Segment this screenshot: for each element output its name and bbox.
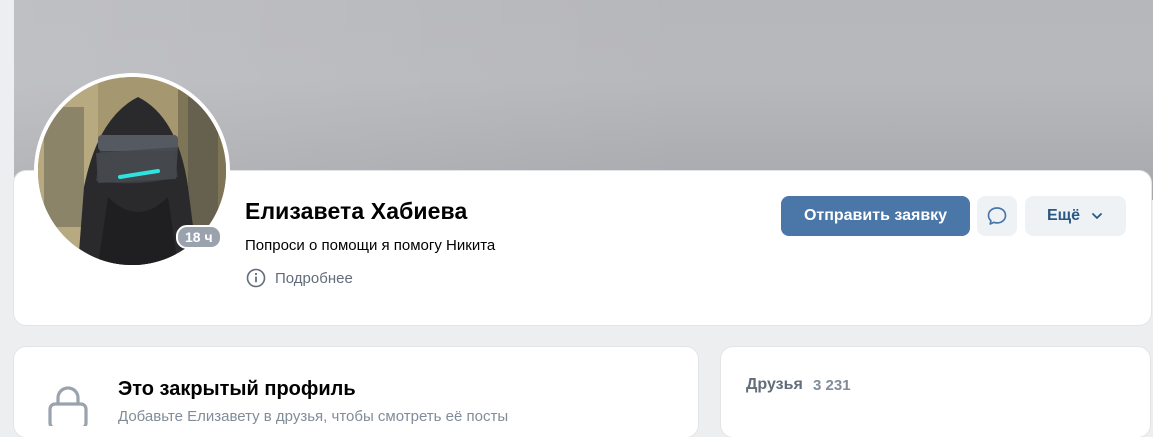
more-actions-label: Ещё [1046,207,1081,224]
lock-icon [48,386,88,426]
send-friend-request-button[interactable]: Отправить заявку [781,196,970,236]
chevron-down-icon [1092,213,1102,219]
closed-profile-title: Это закрытый профиль [118,378,356,400]
closed-profile-subtitle: Добавьте Елизавету в друзья, чтобы смотр… [118,408,509,425]
more-info-label: Подробнее [275,269,353,287]
chat-bubble-icon [987,207,1007,225]
profile-name: Елизавета Хабиева [245,198,468,224]
friends-count: 3 231 [813,377,851,394]
friends-label[interactable]: Друзья [746,376,803,394]
message-button[interactable] [977,196,1017,236]
more-actions-button[interactable]: Ещё [1025,196,1126,236]
profile-status: Попроси о помощи я помогу Никита [245,237,496,254]
info-icon [246,268,266,288]
more-info-link[interactable]: Подробнее [246,268,353,288]
last-seen-badge: 18 ч [176,225,222,249]
